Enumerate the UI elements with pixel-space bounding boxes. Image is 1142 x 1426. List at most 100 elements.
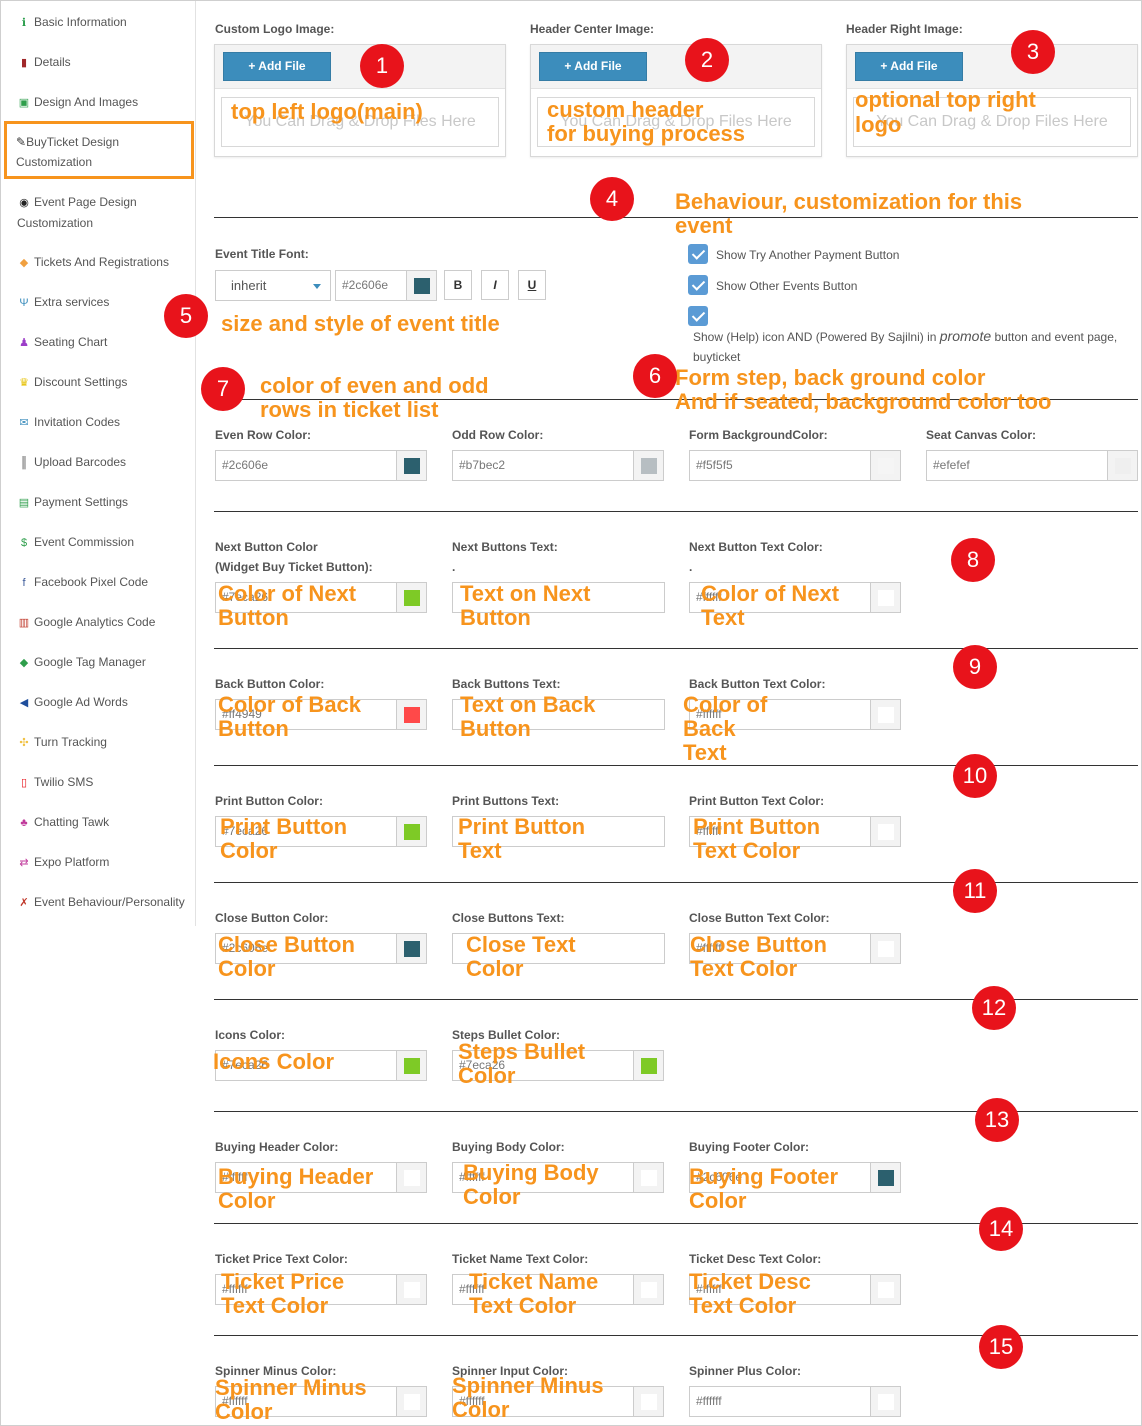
event-title-font-label: Event Title Font: [215, 247, 309, 261]
color-swatch [878, 941, 894, 957]
color-picker[interactable] [633, 1162, 664, 1193]
sidebar-item[interactable]: ⇄ Expo Platform [17, 852, 193, 873]
money-icon: ▤ [18, 497, 30, 509]
sidebar-item[interactable]: ♟ Seating Chart [17, 332, 193, 353]
annotation-text: Text on Back Button [460, 692, 596, 741]
sidebar-item[interactable]: ◀ Google Ad Words [17, 692, 193, 713]
color-picker[interactable] [396, 582, 427, 613]
color-input[interactable]: #ffffff [689, 1386, 871, 1417]
sidebar-item-label: Event Page Design Customization [17, 195, 137, 230]
color-picker[interactable] [870, 816, 901, 847]
color-input[interactable]: #f5f5f5 [689, 450, 871, 481]
sidebar-item-label: Google Ad Words [34, 695, 128, 709]
color-swatch [641, 1058, 657, 1074]
field-label: Back Button Text Color: [689, 677, 826, 691]
person-icon: ♟ [19, 337, 29, 349]
sidebar-item[interactable]: $ Event Commission [17, 532, 193, 553]
color-picker[interactable] [870, 699, 901, 730]
color-picker[interactable] [396, 1162, 427, 1193]
checkbox-other-events[interactable] [688, 275, 708, 295]
color-picker[interactable] [396, 816, 427, 847]
sidebar-item[interactable]: ▣ Design And Images [17, 92, 193, 113]
sidebar-item[interactable]: ✗ Event Behaviour/Personality [17, 892, 193, 913]
color-picker[interactable] [396, 699, 427, 730]
color-picker[interactable] [870, 1162, 901, 1193]
checkbox-try-another-payment[interactable] [688, 244, 708, 264]
color-picker[interactable] [1107, 450, 1138, 481]
checkbox-help-icon[interactable] [688, 306, 708, 326]
color-picker[interactable] [396, 1386, 427, 1417]
sidebar-item[interactable]: ▥ Google Analytics Code [17, 612, 193, 633]
color-picker[interactable] [396, 450, 427, 481]
number-badge: 14 [979, 1207, 1023, 1251]
color-picker[interactable] [396, 1274, 427, 1305]
sidebar-item[interactable]: ▮ Details [17, 52, 193, 73]
sidebar-item[interactable]: ✉ Invitation Codes [17, 412, 193, 433]
sidebar-item-label: Payment Settings [34, 495, 129, 509]
color-picker[interactable] [396, 933, 427, 964]
sidebar-item[interactable]: ♛ Discount Settings [17, 372, 193, 393]
sidebar-item[interactable]: ║ Upload Barcodes [17, 452, 193, 473]
color-picker[interactable] [870, 933, 901, 964]
field-label: Seat Canvas Color: [926, 428, 1037, 442]
sidebar-item[interactable]: ◆ Tickets And Registrations [17, 252, 193, 273]
italic-button[interactable]: I [481, 270, 509, 300]
number-badge: 11 [953, 869, 997, 913]
color-swatch [404, 1394, 420, 1410]
number-badge: 13 [975, 1098, 1019, 1142]
number-badge: 1 [360, 44, 404, 88]
sidebar-item[interactable]: ◉ Event Page Design Customization [17, 192, 193, 233]
sidebar-item[interactable]: ◆ Google Tag Manager [17, 652, 193, 673]
annotation-text: Icons Color [213, 1049, 335, 1074]
bookmark-icon: ▮ [20, 57, 28, 69]
color-picker[interactable] [633, 1050, 664, 1081]
color-swatch [878, 824, 894, 840]
color-picker[interactable] [633, 1274, 664, 1305]
color-picker[interactable] [396, 1050, 427, 1081]
number-badge: 3 [1011, 30, 1055, 74]
color-swatch [878, 1170, 894, 1186]
field-label: Spinner Plus Color: [689, 1364, 802, 1378]
color-picker[interactable] [870, 450, 901, 481]
sidebar-item[interactable]: ✣ Turn Tracking [17, 732, 193, 753]
title-color-input[interactable]: #2c606e [335, 270, 407, 301]
annotation-text: Ticket Price Text Color [221, 1269, 345, 1318]
sidebar-item[interactable]: ▯ Twilio SMS [17, 772, 193, 793]
crosshair-icon: ✣ [19, 737, 29, 749]
sidebar-item[interactable]: ▤ Payment Settings [17, 492, 193, 513]
exchange-icon: ⇄ [19, 857, 29, 869]
bold-button[interactable]: B [444, 270, 472, 300]
color-input[interactable]: #efefef [926, 450, 1108, 481]
title-color-picker[interactable] [406, 270, 437, 301]
sidebar-item-label: Google Tag Manager [34, 655, 146, 669]
annotation-text: Color of Back Text [683, 692, 768, 765]
color-picker[interactable] [870, 1274, 901, 1305]
field-label: Buying Body Color: [452, 1140, 565, 1154]
sidebar-item[interactable]: f Facebook Pixel Code [17, 572, 193, 593]
color-input[interactable]: #b7bec2 [452, 450, 634, 481]
color-picker[interactable] [870, 1386, 901, 1417]
annotation-text: Steps Bullet Color [458, 1039, 586, 1088]
add-file-button[interactable]: + Add File [539, 52, 647, 81]
color-picker[interactable] [633, 450, 664, 481]
annotation-text: Close Button Text Color [690, 932, 827, 981]
add-file-button[interactable]: + Add File [855, 52, 963, 81]
add-file-button[interactable]: + Add File [223, 52, 331, 81]
number-badge: 5 [164, 294, 208, 338]
annotation-text: event [675, 213, 733, 238]
color-picker[interactable] [870, 582, 901, 613]
color-picker[interactable] [633, 1386, 664, 1417]
annotation-text: optional top right [855, 87, 1036, 112]
number-badge: 10 [953, 754, 997, 798]
underline-button[interactable]: U [518, 270, 546, 300]
color-swatch [414, 278, 430, 294]
field-label: Buying Footer Color: [689, 1140, 809, 1154]
sidebar-item[interactable]: ♣ Chatting Tawk [17, 812, 193, 833]
color-input[interactable]: #2c606e [215, 450, 397, 481]
annotation-text: Color of Back Button [218, 692, 362, 741]
sidebar-item-label: Google Analytics Code [34, 615, 156, 629]
field-label: Odd Row Color: [452, 428, 544, 442]
color-swatch [404, 824, 420, 840]
font-select[interactable]: inherit [215, 270, 331, 301]
sidebar-item[interactable]: ℹ Basic Information [17, 12, 193, 33]
